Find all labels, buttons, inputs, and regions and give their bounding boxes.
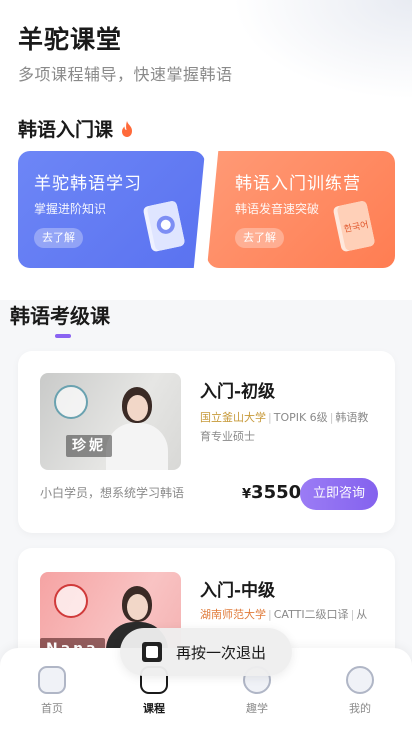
app-logo-icon [142,642,162,662]
teacher-face [127,395,148,421]
consult-button[interactable]: 立即咨询 [300,478,378,510]
course-credentials: 湖南师范大学 | CATTI二级口译 | 从 [200,605,378,624]
book-icon [143,201,185,252]
teacher-school: 国立釜山大学 [200,411,266,424]
hero-decoration [232,0,412,100]
course-card[interactable]: 珍妮 入门-初级 国立釜山大学 | TOPIK 6级 | 韩语教育专业硕士 小白学员，想… [18,351,395,533]
teacher-body [106,423,168,470]
course-title: 入门-初级 [200,382,276,402]
toast-message: 再按一次退出 [176,643,267,662]
price-value: 3550 [251,482,302,503]
flame-icon [122,120,133,137]
section-title-underline [55,334,71,338]
page-title: 羊驼课堂 [18,25,123,54]
page-subtitle: 多项课程辅导，快速掌握韩语 [18,65,233,84]
separator: | [268,608,272,621]
teacher-school: 湖南师范大学 [200,608,266,621]
separator: | [350,608,355,621]
credential-tag: 从 [356,608,368,621]
promo-card-subtitle: 韩语发音速突破 [235,202,320,216]
intro-section-title: 韩语入门课 [18,115,135,142]
intro-section-title-text: 韩语入门课 [18,119,114,141]
learn-more-button[interactable]: 去了解 [34,228,83,248]
tab-home[interactable]: 首页 [22,666,82,716]
promo-card-alpaca-korean[interactable]: 羊驼韩语学习 掌握进阶知识 去了解 [18,151,205,268]
separator: | [268,411,272,424]
tab-label: 课程 [143,702,165,715]
university-seal-icon [54,584,88,618]
credential-tag: CATTI二级口译 [273,608,349,621]
promo-card-subtitle: 掌握进阶知识 [34,202,107,216]
teacher-name: 珍妮 [66,435,112,457]
course-price: ¥3550 [242,482,301,503]
tab-label: 趣学 [246,702,268,715]
korean-book-icon: 한국어 [333,201,375,252]
credential-tag: TOPIK 6级 [273,411,328,424]
promo-card-title: 羊驼韩语学习 [34,174,142,194]
exam-section-title: 韩语考级课 [10,304,110,328]
tab-mine[interactable]: 我的 [330,666,390,716]
course-audience: 小白学员，想系统学习韩语 [40,486,185,500]
tab-label: 我的 [349,702,371,715]
teacher-face [127,594,148,620]
teacher-photo: 珍妮 [40,373,181,470]
tab-label: 首页 [41,702,63,715]
course-credentials: 国立釜山大学 | TOPIK 6级 | 韩语教育专业硕士 [200,408,378,446]
university-seal-icon [54,385,88,419]
profile-icon [346,666,374,694]
promo-card-title: 韩语入门训练营 [235,174,361,194]
course-title: 入门-中级 [200,581,276,601]
separator: | [329,411,334,424]
exit-toast: 再按一次退出 [120,628,292,676]
currency-symbol: ¥ [242,487,252,502]
learn-more-button[interactable]: 去了解 [235,228,284,248]
home-icon [38,666,66,694]
promo-card-korean-bootcamp[interactable]: 韩语入门训练营 韩语发音速突破 去了解 한국어 [207,151,395,268]
